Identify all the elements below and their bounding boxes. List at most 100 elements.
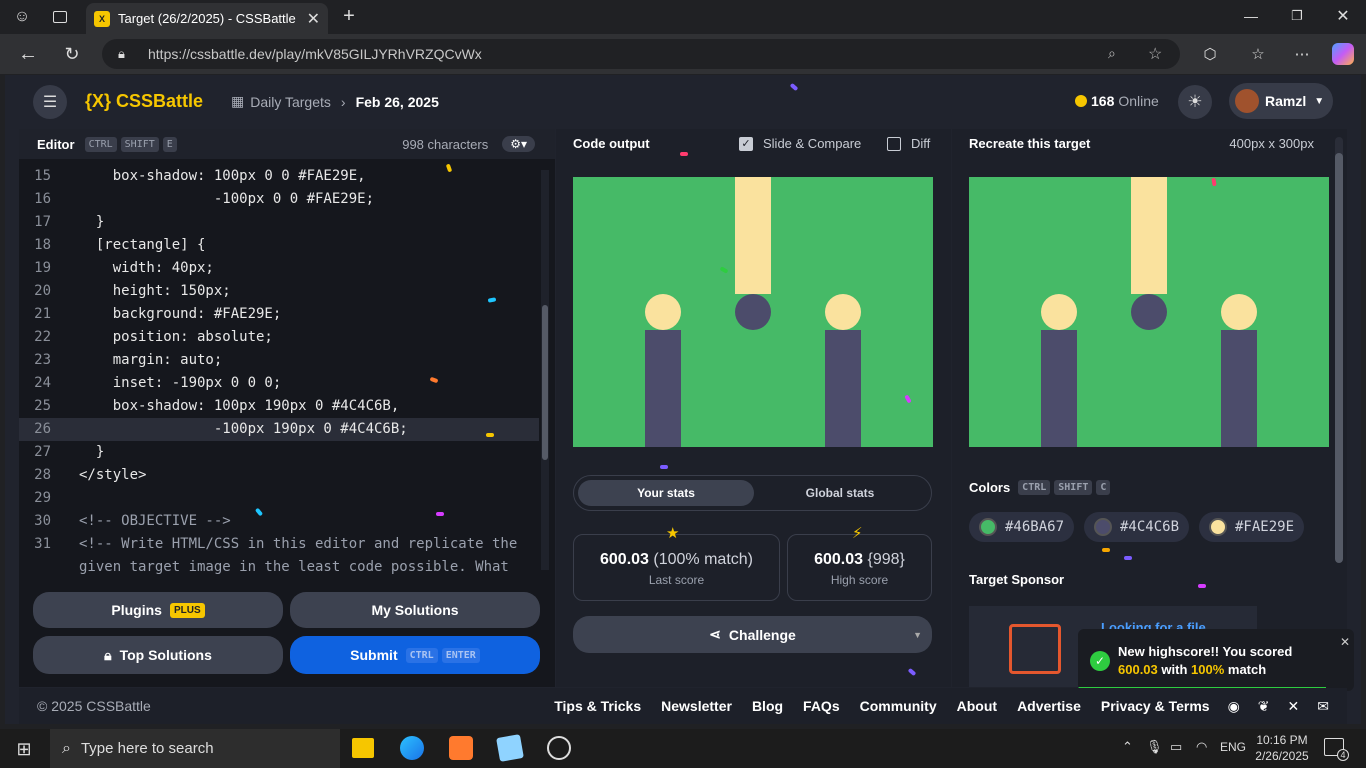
battery-icon[interactable]: ▭ — [1170, 739, 1182, 755]
challenge-button[interactable]: ⋖ Challenge ▼ — [573, 616, 932, 653]
footer-link-tips[interactable]: Tips & Tricks — [554, 698, 641, 714]
minimize-icon[interactable]: — — [1240, 5, 1262, 27]
high-score-card: 600.03 {998} High score — [787, 534, 932, 601]
plugins-button[interactable]: Plugins PLUS — [33, 592, 283, 628]
code-line: 16 -100px 0 0 #FAE29E; — [34, 191, 375, 207]
more-icon[interactable]: ⋯ — [1290, 42, 1314, 66]
mail-icon[interactable]: ✉ — [1317, 698, 1329, 715]
zoom-icon[interactable]: ⌕ — [1108, 45, 1116, 62]
code-line: 21 background: #FAE29E; — [34, 306, 282, 322]
taskbar-search[interactable]: ⌕ Type here to search — [50, 729, 340, 768]
close-window-icon[interactable]: ✕ — [1332, 5, 1354, 27]
output-preview[interactable] — [573, 177, 933, 447]
file-explorer-icon[interactable] — [352, 738, 374, 758]
color-swatch — [1209, 518, 1227, 536]
bookmark-star-icon[interactable]: ☆ — [1148, 44, 1162, 64]
xampp-icon[interactable] — [449, 736, 473, 760]
color-hex: #FAE29E — [1235, 519, 1295, 535]
copilot-icon[interactable] — [1332, 43, 1354, 65]
back-icon[interactable]: ← — [16, 42, 40, 66]
last-score-card: 600.03 (100% match) Last score — [573, 534, 780, 601]
address-bar[interactable]: 🔒︎ https://cssbattle.dev/play/mkV85GILJY… — [102, 39, 1180, 69]
code-line: 17 } — [34, 214, 105, 230]
footer-link-newsletter[interactable]: Newsletter — [661, 698, 732, 714]
discord-icon[interactable]: ◉ — [1228, 698, 1240, 715]
color-chip-purple[interactable]: #4C4C6B — [1084, 512, 1190, 542]
footer-link-faqs[interactable]: FAQs — [803, 698, 840, 714]
top-solutions-button[interactable]: 🔒︎ Top Solutions — [33, 636, 283, 674]
circle-mid — [1131, 294, 1167, 330]
new-tab-icon[interactable]: + — [338, 5, 360, 27]
bluesky-icon[interactable]: ❦ — [1258, 698, 1270, 715]
notification-icon[interactable]: 4 — [1324, 738, 1349, 761]
target-size: 400px x 300px — [1229, 136, 1314, 151]
theme-toggle-icon[interactable]: ☀ — [1178, 85, 1212, 119]
menu-icon[interactable]: ☰ — [33, 85, 67, 119]
code-line: 28 </style> — [34, 467, 147, 483]
windows-start-icon[interactable]: ⊞ — [12, 737, 36, 761]
confetti — [436, 512, 444, 516]
editor-scrollbar[interactable] — [541, 170, 549, 570]
circle-mid — [735, 294, 771, 330]
obs-icon[interactable] — [547, 736, 571, 760]
code-line: 19 width: 40px; — [34, 260, 214, 276]
online-dot-icon — [1075, 95, 1087, 107]
checkbox-icon[interactable] — [887, 136, 901, 151]
rect-left — [645, 330, 681, 447]
wifi-icon[interactable]: ◠ — [1196, 739, 1207, 755]
user-name: Ramzl — [1265, 93, 1307, 109]
tab-global-stats[interactable]: Global stats — [752, 480, 928, 506]
color-hex: #46BA67 — [1005, 519, 1065, 535]
extensions-icon[interactable]: ⬡ — [1198, 42, 1222, 66]
profile-icon[interactable]: ☺ — [8, 5, 36, 29]
chevron-up-icon[interactable]: ⌃ — [1122, 739, 1133, 755]
toast-close-icon[interactable]: ✕ — [1340, 635, 1350, 649]
editor-title: Editor — [37, 136, 75, 152]
clock[interactable]: 10:16 PM 2/26/2025 — [1254, 732, 1310, 764]
restore-icon[interactable]: ❐ — [1286, 5, 1308, 27]
chevron-down-icon: ▼ — [1314, 95, 1325, 107]
tab-actions-icon[interactable] — [48, 6, 72, 28]
x-icon[interactable]: ✕ — [1288, 698, 1300, 715]
confetti — [1102, 548, 1110, 552]
my-solutions-button[interactable]: My Solutions — [290, 592, 540, 628]
footer-link-advertise[interactable]: Advertise — [1017, 698, 1081, 714]
logo[interactable]: {X} CSSBattle — [85, 91, 203, 112]
code-editor[interactable]: 15 box-shadow: 100px 0 0 #FAE29E, 16 -10… — [19, 165, 539, 575]
browser-tab[interactable]: X Target (26/2/2025) - CSSBattle ✕ — [86, 3, 328, 34]
code-line: 18 [rectangle] { — [34, 237, 206, 253]
tab-your-stats[interactable]: Your stats — [578, 480, 754, 506]
editor-settings-icon[interactable]: ⚙▾ — [502, 136, 535, 152]
diff-toggle[interactable]: Diff — [887, 136, 930, 151]
color-chip-yellow[interactable]: #FAE29E — [1199, 512, 1305, 542]
lock-icon: 🔒︎ — [104, 646, 112, 663]
footer-link-blog[interactable]: Blog — [752, 698, 783, 714]
browser-tabbar: ☺ X Target (26/2/2025) - CSSBattle ✕ + —… — [0, 0, 1366, 34]
mic-icon[interactable]: 🎙︎ — [1146, 739, 1163, 755]
editor-scroll-thumb[interactable] — [542, 305, 548, 460]
submit-button[interactable]: Submit CTRL ENTER — [290, 636, 540, 674]
slide-compare-toggle[interactable]: ✓ Slide & Compare — [739, 136, 861, 151]
color-chip-green[interactable]: #46BA67 — [969, 512, 1075, 542]
checkbox-checked-icon[interactable]: ✓ — [739, 136, 753, 151]
language-indicator[interactable]: ENG — [1220, 740, 1246, 754]
target-scroll-thumb[interactable] — [1335, 153, 1343, 563]
footer-link-privacy[interactable]: Privacy & Terms — [1101, 698, 1210, 714]
breadcrumb-daily-targets[interactable]: Daily Targets — [250, 94, 331, 110]
footer-link-community[interactable]: Community — [860, 698, 937, 714]
tab-title: Target (26/2/2025) - CSSBattle — [118, 11, 296, 26]
user-menu[interactable]: Ramzl ▼ — [1229, 83, 1333, 119]
app-icon[interactable] — [496, 734, 524, 762]
edge-icon[interactable] — [400, 736, 424, 760]
toast-pct: 100% — [1191, 662, 1225, 677]
favorites-icon[interactable]: ☆ — [1246, 42, 1270, 66]
code-line: 15 box-shadow: 100px 0 0 #FAE29E, — [34, 168, 366, 184]
footer-link-about[interactable]: About — [957, 698, 997, 714]
code-line: 31 <!-- Write HTML/CSS in this editor and… — [34, 536, 518, 552]
tab-close-icon[interactable]: ✕ — [307, 9, 320, 29]
last-score-value: 600.03 — [600, 551, 649, 568]
refresh-icon[interactable]: ↻ — [60, 42, 84, 66]
toast-line2: 600.03 with 100% match — [1118, 661, 1292, 679]
target-scrollbar[interactable] — [1335, 137, 1343, 563]
share-icon: ⋖ — [709, 626, 721, 642]
